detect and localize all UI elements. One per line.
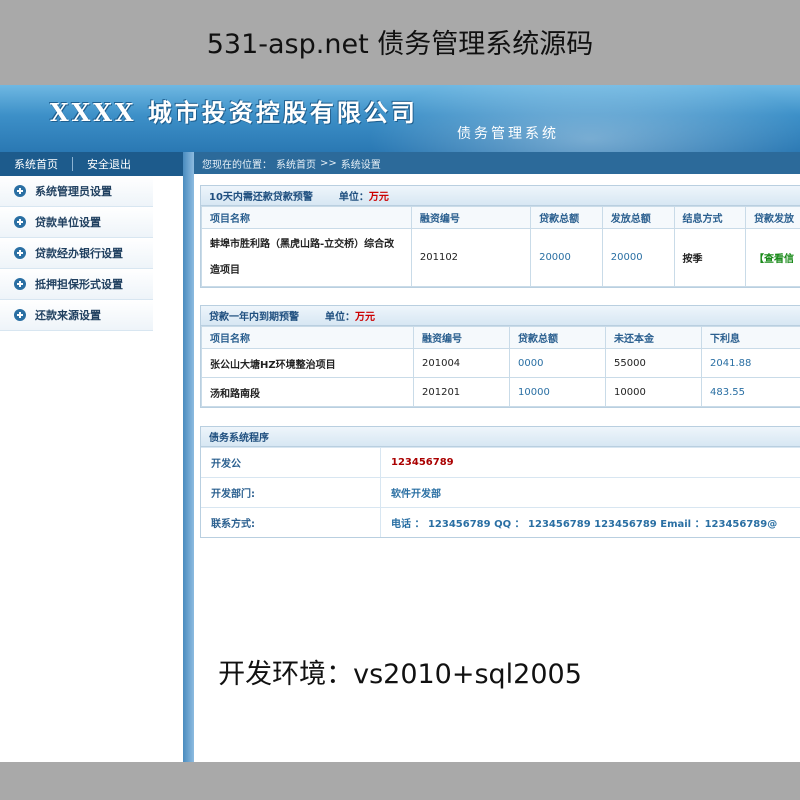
info-value: 电话 ： 123456789 QQ ： 123456789 123456789 … <box>391 519 778 530</box>
app-header: XXXX 城市投资控股有限公司 债务管理系统 <box>0 85 800 152</box>
panel-due-in-10-days: 10天内需还款贷款预警 单位： 万元 项目名称 融资编号 贷款总额 发放总额 结… <box>200 185 800 288</box>
plus-circle-icon <box>14 216 26 228</box>
info-label: 联系方式: <box>201 508 381 537</box>
col-header: 未还本金 <box>605 326 702 349</box>
sidebar-item-label: 抵押担保形式设置 <box>35 278 123 291</box>
breadcrumb: 您现在的位置： 系统首页 >> 系统设置 <box>194 152 800 174</box>
bottom-caption: 开发环境：vs2010+sql2005 <box>218 659 582 690</box>
table-row: 汤和路南段 201201 10000 10000 483.55 <box>201 377 800 407</box>
col-header: 结息方式 <box>673 206 747 229</box>
table-row: 张公山大塘HZ环境整治项目 201004 0000 55000 2041.88 <box>201 348 800 378</box>
unit-value: 万元 <box>355 312 375 323</box>
financing-code: 201201 <box>413 377 510 407</box>
project-name: 汤和路南段 <box>201 377 414 407</box>
home-link[interactable]: 系统首页 <box>0 156 72 172</box>
col-header: 项目名称 <box>201 326 414 349</box>
remaining-principal: 10000 <box>605 377 702 407</box>
info-value: 123456789 <box>391 457 454 468</box>
plus-circle-icon <box>14 185 26 197</box>
issued-total: 20000 <box>601 228 675 287</box>
logout-link[interactable]: 安全退出 <box>73 156 145 172</box>
breadcrumb-separator: >> <box>320 157 337 169</box>
remaining-principal: 55000 <box>605 348 702 378</box>
panel-title-text: 贷款一年内到期预警 <box>209 312 299 323</box>
sidebar-top-links: 系统首页 安全退出 <box>0 152 185 176</box>
loan-total: 10000 <box>509 377 606 407</box>
panel-system-info: 债务系统程序 开发公 123456789 开发部门: 软件开发部 联系方式: 电… <box>200 426 800 538</box>
panel-due-in-one-year: 贷款一年内到期预警 单位： 万元 项目名称 融资编号 贷款总额 未还本金 下利息… <box>200 305 800 408</box>
sidebar-item-bank-settings[interactable]: 贷款经办银行设置 <box>0 238 153 269</box>
breadcrumb-prefix: 您现在的位置： <box>202 159 272 171</box>
sidebar-item-label: 贷款经办银行设置 <box>35 247 123 260</box>
info-row-contact: 联系方式: 电话 ： 123456789 QQ ： 123456789 1234… <box>201 507 800 537</box>
sidebar-item-repayment-source-settings[interactable]: 还款来源设置 <box>0 300 153 331</box>
sidebar-item-admin-settings[interactable]: 系统管理员设置 <box>0 176 153 207</box>
view-details-link[interactable]: 【查看信 <box>745 228 800 287</box>
plus-circle-icon <box>14 309 26 321</box>
due-loans-table: 项目名称 融资编号 贷款总额 发放总额 结息方式 贷款发放 蚌埠市胜利路（黑虎山… <box>201 206 800 287</box>
panel-title: 债务系统程序 <box>201 427 800 447</box>
interest-amount: 483.55 <box>701 377 800 407</box>
expiring-loans-table: 项目名称 融资编号 贷款总额 未还本金 下利息 张公山大塘HZ环境整治项目 20… <box>201 326 800 407</box>
panel-title-text: 债务系统程序 <box>209 433 269 444</box>
col-header: 贷款总额 <box>530 206 603 229</box>
unit-label: 单位： <box>338 192 369 203</box>
col-header: 下利息 <box>701 326 800 349</box>
table-header-row: 项目名称 融资编号 贷款总额 未还本金 下利息 <box>201 326 800 349</box>
col-header: 融资编号 <box>410 206 532 229</box>
col-header: 发放总额 <box>601 206 675 229</box>
plus-circle-icon <box>14 278 26 290</box>
info-label: 开发部门: <box>201 478 381 507</box>
col-header: 融资编号 <box>413 326 510 349</box>
top-caption: 531-asp.net 债务管理系统源码 <box>206 29 594 60</box>
info-label: 开发公 <box>201 448 381 477</box>
financing-code: 201004 <box>413 348 510 378</box>
panel-title: 10天内需还款贷款预警 单位： 万元 <box>201 186 800 206</box>
col-header: 贷款发放 <box>745 206 800 229</box>
unit-value: 万元 <box>368 192 389 203</box>
info-row-developer: 开发公 123456789 <box>201 447 800 477</box>
info-row-department: 开发部门: 软件开发部 <box>201 477 800 507</box>
panel-title-text: 10天内需还款贷款预警 <box>209 192 313 203</box>
info-value: 软件开发部 <box>391 489 441 500</box>
plus-circle-icon <box>14 247 26 259</box>
sidebar-item-guarantee-settings[interactable]: 抵押担保形式设置 <box>0 269 153 300</box>
sidebar-item-label: 系统管理员设置 <box>35 185 112 198</box>
loan-total: 20000 <box>530 228 603 287</box>
table-row: 蚌埠市胜利路（黑虎山路-立交桥）综合改造项目 201102 20000 2000… <box>201 228 800 287</box>
panel-title: 贷款一年内到期预警 单位： 万元 <box>201 306 800 326</box>
sidebar-item-label: 贷款单位设置 <box>35 216 101 229</box>
system-subtitle: 债务管理系统 <box>457 126 559 142</box>
unit-label: 单位： <box>325 312 355 323</box>
interest-amount: 2041.88 <box>701 348 800 378</box>
project-name: 张公山大塘HZ环境整治项目 <box>201 348 414 378</box>
col-header: 贷款总额 <box>509 326 606 349</box>
bottom-caption-band <box>0 762 800 800</box>
sidebar-item-label: 还款来源设置 <box>35 309 101 322</box>
loan-total: 0000 <box>509 348 606 378</box>
interest-method: 按季 <box>673 228 747 287</box>
financing-code: 201102 <box>410 228 532 287</box>
col-header: 项目名称 <box>201 206 412 229</box>
company-name: XXXX 城市投资控股有限公司 <box>50 98 418 127</box>
project-name: 蚌埠市胜利路（黑虎山路-立交桥）综合改造项目 <box>201 228 412 287</box>
table-header-row: 项目名称 融资编号 贷款总额 发放总额 结息方式 贷款发放 <box>201 206 800 229</box>
breadcrumb-home[interactable]: 系统首页 <box>276 156 316 171</box>
breadcrumb-current: 系统设置 <box>340 159 381 171</box>
sidebar-item-loan-unit-settings[interactable]: 贷款单位设置 <box>0 207 153 238</box>
